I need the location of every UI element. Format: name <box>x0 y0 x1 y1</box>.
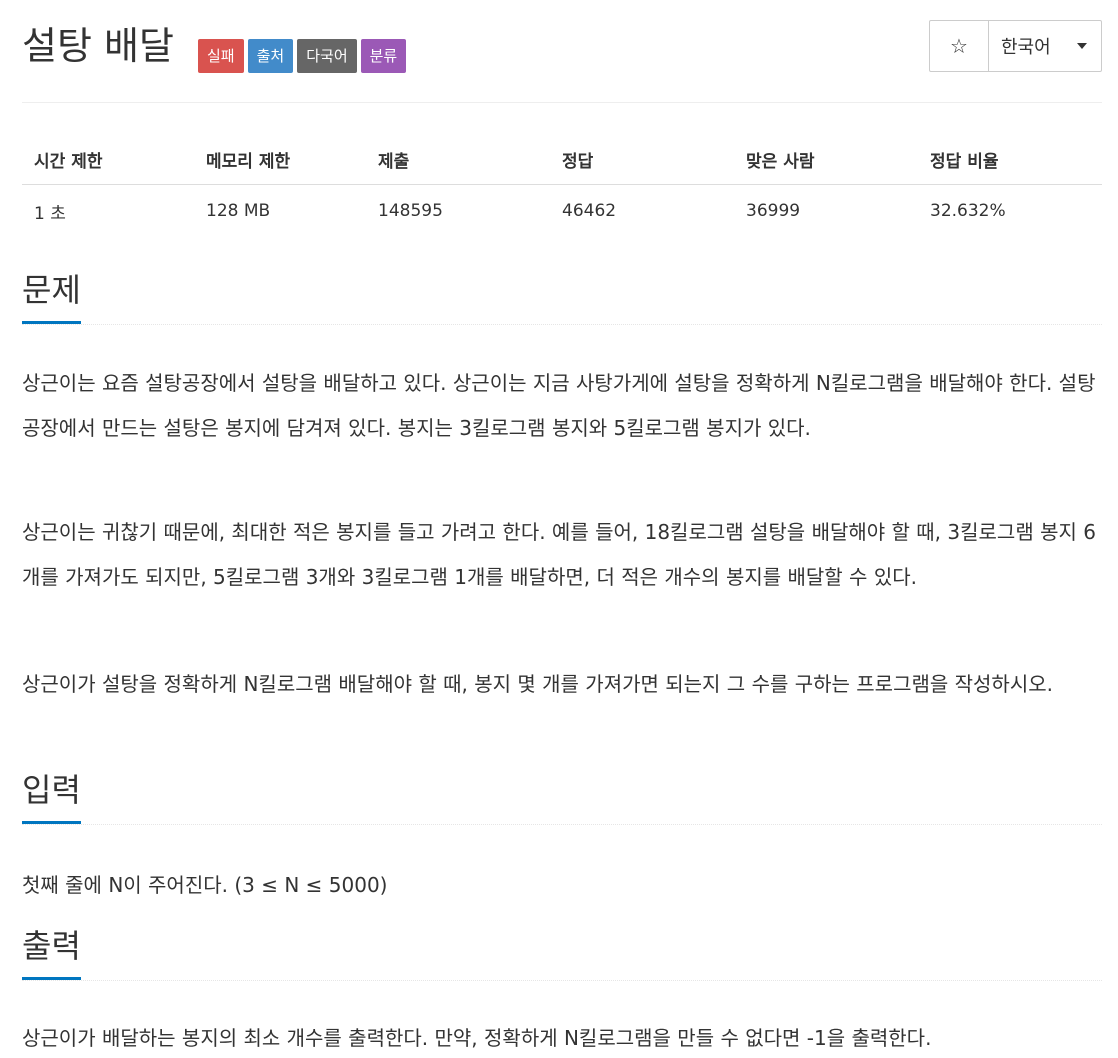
star-icon: ☆ <box>950 34 968 58</box>
language-label: 한국어 <box>1001 37 1051 58</box>
description-paragraph-2: 상근이는 귀찮기 때문에, 최대한 적은 봉지를 들고 가려고 한다. 예를 들… <box>22 520 1096 589</box>
problem-title: 설탕 배달 <box>22 24 174 68</box>
output-section-header: 출력 <box>22 926 1102 981</box>
caret-down-icon <box>1077 43 1087 49</box>
problem-labels: 실패 출처 다국어 분류 <box>198 39 410 73</box>
problem-page: 설탕 배달 실패 출처 다국어 분류 ☆ 한국어 시간 제한 메모리 제한 제출… <box>0 0 1118 1058</box>
star-button[interactable]: ☆ <box>930 21 989 71</box>
header-memory-limit: 메모리 제한 <box>194 134 366 185</box>
header-time-limit: 시간 제한 <box>22 134 194 185</box>
output-description: 상근이가 배달하는 봉지의 최소 개수를 출력한다. 만약, 정확하게 N킬로그… <box>22 1026 932 1050</box>
input-description: 첫째 줄에 N이 주어진다. (3 ≤ N ≤ 5000) <box>22 873 388 897</box>
header-button-group: ☆ 한국어 <box>929 20 1102 72</box>
label-source[interactable]: 출처 <box>247 39 294 73</box>
value-accepted: 46462 <box>562 201 617 221</box>
value-time-limit: 1 초 <box>34 203 66 224</box>
description-paragraph-3: 상근이가 설탕을 정확하게 N킬로그램 배달해야 할 때, 봉지 몇 개를 가져… <box>22 672 1053 696</box>
input-title: 입력 <box>22 770 81 824</box>
info-value-row: 1 초 128 MB 148595 46462 36999 32.632% <box>22 185 1102 238</box>
language-dropdown[interactable]: 한국어 <box>989 21 1101 71</box>
header-accepted: 정답 <box>550 134 734 185</box>
label-multilang[interactable]: 다국어 <box>297 39 357 73</box>
value-submissions: 148595 <box>378 201 443 221</box>
info-header-row: 시간 제한 메모리 제한 제출 정답 맞은 사람 정답 비율 <box>22 134 1102 185</box>
value-memory-limit: 128 MB <box>206 201 271 221</box>
description-section-header: 문제 <box>22 270 1102 325</box>
value-solved-users: 36999 <box>746 201 801 221</box>
description-paragraph-1: 상근이는 요즘 설탕공장에서 설탕을 배달하고 있다. 상근이는 지금 사탕가게… <box>22 371 1096 440</box>
header-solved-users: 맞은 사람 <box>734 134 918 185</box>
description-title: 문제 <box>22 270 81 324</box>
value-accept-ratio: 32.632% <box>930 201 1006 221</box>
label-result[interactable]: 실패 <box>198 39 244 73</box>
problem-header: 설탕 배달 실패 출처 다국어 분류 ☆ 한국어 <box>22 20 1102 103</box>
header-submissions: 제출 <box>366 134 550 185</box>
problem-info-table: 시간 제한 메모리 제한 제출 정답 맞은 사람 정답 비율 1 초 128 M… <box>22 134 1102 237</box>
output-title: 출력 <box>22 926 81 980</box>
label-category[interactable]: 분류 <box>360 39 407 73</box>
header-accept-ratio: 정답 비율 <box>918 134 1102 185</box>
input-section-header: 입력 <box>22 770 1102 825</box>
